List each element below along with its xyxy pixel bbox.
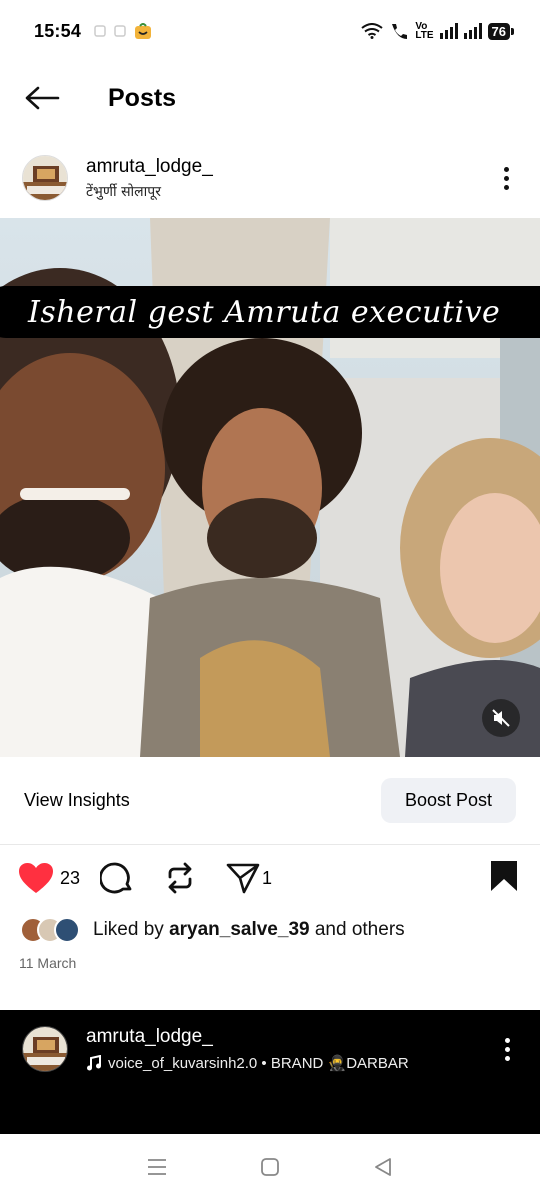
next-post: amruta_lodge_ voice_of_kuvarsinh2.0 • BR… bbox=[0, 1010, 540, 1134]
more-dot-icon bbox=[505, 1055, 510, 1061]
music-note-icon bbox=[87, 1055, 101, 1071]
share-button[interactable]: 1 bbox=[226, 862, 272, 894]
more-dot-icon bbox=[503, 166, 509, 172]
post-header: amruta_lodge_ टेंभुर्णी सोलापूर bbox=[0, 138, 540, 218]
bookmark-filled-icon bbox=[491, 861, 517, 891]
liked-by-row[interactable]: Liked by aryan_salve_39 and others bbox=[20, 913, 405, 947]
liker-avatars bbox=[20, 917, 80, 943]
like-button[interactable]: 23 bbox=[18, 862, 80, 894]
user-block[interactable]: amruta_lodge_ टेंभुर्णी सोलापूर bbox=[86, 156, 213, 201]
audio-attribution[interactable]: voice_of_kuvarsinh2.0 • BRAND 🥷DARBAR bbox=[86, 1054, 409, 1072]
avatar[interactable] bbox=[22, 155, 68, 201]
speaker-muted-icon bbox=[492, 709, 510, 727]
liked-by-text[interactable]: Liked by aryan_salve_39 and others bbox=[93, 919, 405, 941]
comment-bubble-icon bbox=[100, 862, 132, 894]
system-nav-bar bbox=[0, 1134, 540, 1200]
triangle-back-icon bbox=[375, 1158, 392, 1176]
more-options-button[interactable] bbox=[505, 1037, 510, 1061]
heart-filled-icon bbox=[19, 863, 53, 893]
caption-overlay: Isheral gest Amruta executive bbox=[0, 286, 540, 338]
more-options-button[interactable] bbox=[484, 148, 528, 208]
menu-lines-icon bbox=[147, 1159, 166, 1175]
back-nav-button[interactable] bbox=[363, 1147, 403, 1187]
notification-dot-icon bbox=[114, 25, 126, 37]
liker-avatar bbox=[54, 917, 80, 943]
arrow-left-icon bbox=[25, 86, 60, 110]
lodge-room-avatar-image bbox=[23, 156, 67, 200]
wifi-icon bbox=[361, 23, 383, 39]
post-actions: 23 1 bbox=[0, 852, 540, 904]
insights-row: View Insights Boost Post bbox=[0, 757, 540, 845]
username[interactable]: amruta_lodge_ bbox=[86, 1026, 409, 1048]
status-notification-icons bbox=[93, 21, 153, 41]
signal-strength-icon-2 bbox=[463, 23, 482, 39]
status-right-icons: Vo LTE 76 bbox=[361, 21, 515, 41]
post-media[interactable]: Isheral gest Amruta executive bbox=[0, 218, 540, 757]
signal-strength-icon bbox=[439, 23, 458, 39]
caption-overlay-text: Isheral gest Amruta executive bbox=[28, 294, 501, 330]
back-button[interactable] bbox=[0, 62, 100, 134]
post-date: 11 March bbox=[19, 955, 77, 971]
more-dot-icon bbox=[503, 184, 509, 190]
home-button[interactable] bbox=[250, 1147, 290, 1187]
like-count[interactable]: 23 bbox=[60, 868, 80, 889]
next-post-header: amruta_lodge_ voice_of_kuvarsinh2.0 • BR… bbox=[0, 1010, 540, 1072]
mute-button[interactable] bbox=[482, 699, 520, 737]
repost-button[interactable] bbox=[164, 861, 196, 895]
battery-level: 76 bbox=[487, 22, 515, 40]
shopping-bag-icon bbox=[135, 23, 152, 39]
page-title: Posts bbox=[108, 83, 177, 112]
more-dot-icon bbox=[505, 1037, 510, 1043]
volte-call-icon bbox=[392, 24, 408, 39]
repost-icon bbox=[168, 862, 192, 894]
volte-label: Vo LTE bbox=[415, 21, 434, 41]
share-count[interactable]: 1 bbox=[262, 868, 272, 889]
audio-text[interactable]: voice_of_kuvarsinh2.0 • BRAND 🥷DARBAR bbox=[108, 1054, 409, 1072]
status-bar: 15:54 Vo LTE 76 bbox=[0, 0, 540, 62]
send-paper-plane-icon bbox=[226, 863, 260, 894]
next-user-block[interactable]: amruta_lodge_ voice_of_kuvarsinh2.0 • BR… bbox=[86, 1026, 409, 1072]
location[interactable]: टेंभुर्णी सोलापूर bbox=[86, 182, 213, 201]
more-dot-icon bbox=[503, 175, 509, 181]
lodge-room-avatar-image bbox=[23, 1027, 67, 1071]
liked-by-user[interactable]: aryan_salve_39 bbox=[169, 919, 310, 940]
status-time: 15:54 bbox=[34, 20, 82, 41]
home-square-icon bbox=[261, 1158, 279, 1176]
recents-button[interactable] bbox=[137, 1147, 177, 1187]
boost-post-button[interactable]: Boost Post bbox=[380, 778, 516, 823]
save-button[interactable] bbox=[490, 860, 518, 897]
comment-button[interactable] bbox=[100, 861, 134, 895]
notification-dot-icon bbox=[94, 25, 106, 37]
view-insights-link[interactable]: View Insights bbox=[24, 790, 130, 811]
username[interactable]: amruta_lodge_ bbox=[86, 156, 213, 178]
avatar[interactable] bbox=[22, 1026, 68, 1072]
page-header: Posts bbox=[0, 62, 540, 134]
more-dot-icon bbox=[505, 1046, 510, 1052]
